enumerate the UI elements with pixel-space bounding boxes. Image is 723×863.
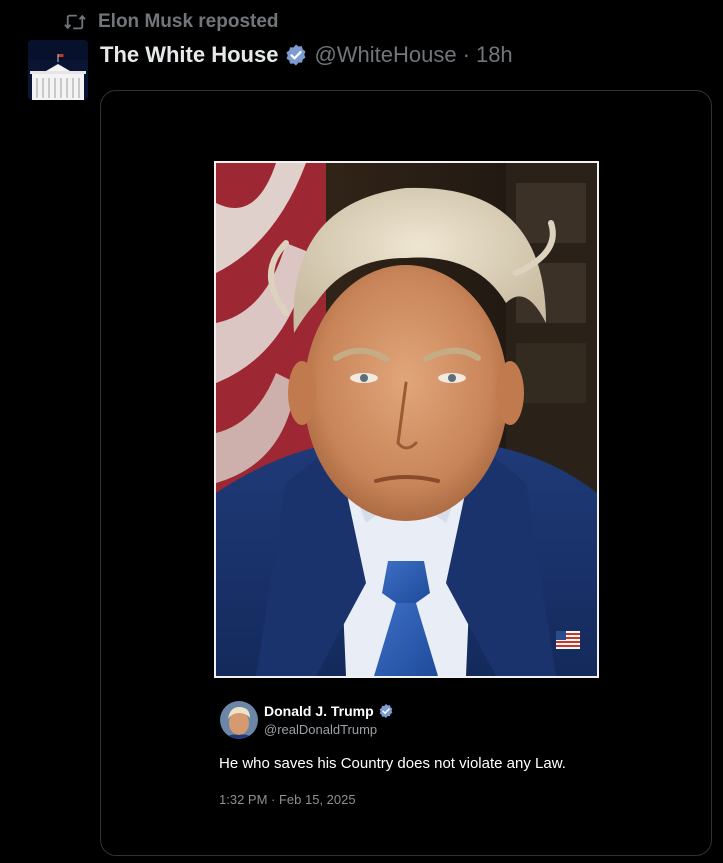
author-avatar[interactable] xyxy=(28,40,88,100)
post-media-card[interactable]: Donald J. Trump @realDonaldTrump He who … xyxy=(100,90,712,856)
quoted-author-handle[interactable]: @realDonaldTrump xyxy=(264,722,377,737)
quoted-post-text: He who saves his Country does not violat… xyxy=(219,755,566,772)
repost-icon xyxy=(64,14,86,30)
post-time[interactable]: 18h xyxy=(476,42,513,68)
quoted-author-avatar[interactable] xyxy=(220,701,258,739)
verified-badge-icon xyxy=(286,44,306,66)
verified-badge-icon xyxy=(379,704,393,718)
quoted-header: Donald J. Trump xyxy=(264,702,394,720)
quoted-post-timestamp: 1:32 PM · Feb 15, 2025 xyxy=(219,792,356,807)
quoted-author-name[interactable]: Donald J. Trump xyxy=(264,703,374,719)
author-name[interactable]: The White House xyxy=(100,42,278,68)
author-handle[interactable]: @WhiteHouse xyxy=(314,42,456,68)
white-house-logo xyxy=(28,40,88,100)
separator-dot: · xyxy=(462,42,470,67)
portrait-image[interactable] xyxy=(214,161,599,678)
repost-indicator[interactable]: Elon Musk reposted xyxy=(64,10,279,34)
repost-label: Elon Musk reposted xyxy=(98,11,279,32)
post-header: The White House @WhiteHouse · 18h xyxy=(100,40,513,70)
